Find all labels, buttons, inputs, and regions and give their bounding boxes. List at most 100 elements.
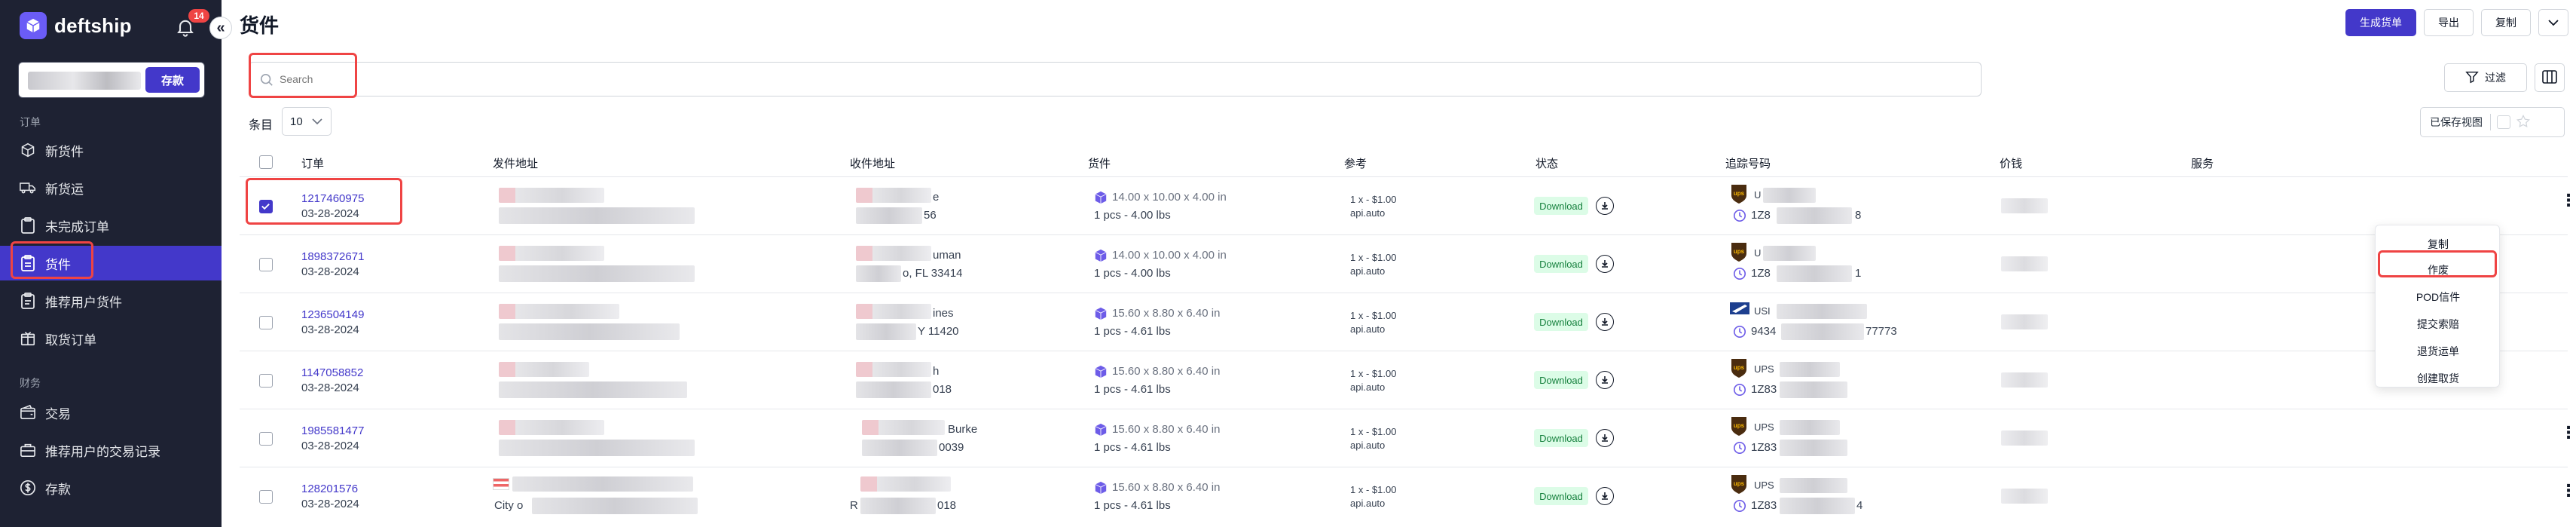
row-actions-kebab-icon[interactable]: ⋮ <box>2560 423 2576 443</box>
table-row[interactable]: 128201576 03-28-2024 City o R 018 15.60 … <box>240 467 2576 525</box>
row-checkbox[interactable] <box>259 490 273 504</box>
tracking-number-prefix[interactable]: 1Z8 <box>1751 267 1771 280</box>
tracking-icon[interactable] <box>1733 499 1746 513</box>
price-redacted <box>2001 314 2048 329</box>
download-icon[interactable] <box>1596 371 1614 389</box>
deposit-button[interactable]: 存款 <box>145 67 200 93</box>
filter-button[interactable]: 过滤 <box>2444 63 2527 92</box>
row-checkbox[interactable] <box>259 258 273 271</box>
to-address-redacted <box>856 207 922 224</box>
order-number-link[interactable]: 1236504149 <box>301 308 364 321</box>
tracking-number-suffix: 8 <box>1855 209 1862 222</box>
column-header-service[interactable]: 服务 <box>2191 155 2214 171</box>
status-badge[interactable]: Download <box>1534 197 1588 215</box>
star-icon[interactable] <box>2516 114 2531 130</box>
page-title: 货件 <box>240 14 280 37</box>
status-badge[interactable]: Download <box>1534 255 1588 273</box>
menu-item-return-label[interactable]: 退货运单 <box>2376 339 2501 364</box>
to-address-line1: ines <box>933 307 954 320</box>
columns-toggle-button[interactable] <box>2535 63 2565 92</box>
table-row[interactable]: 1898372671 03-28-2024 uman o, FL 33414 1… <box>240 234 2568 293</box>
sidebar-item-unfinished-orders[interactable]: 未完成订单 <box>0 208 222 243</box>
sidebar-item-label: 取货订单 <box>45 332 96 348</box>
status-badge[interactable]: Download <box>1534 487 1588 505</box>
download-icon[interactable] <box>1596 487 1614 505</box>
column-header-from[interactable]: 发件地址 <box>493 155 538 171</box>
menu-item-submit-claim[interactable]: 提交索赔 <box>2376 311 2501 337</box>
table-row[interactable]: 1147058852 03-28-2024 h 018 15.60 x 8.80… <box>240 351 2568 409</box>
reference-line2: api.auto <box>1350 265 1386 277</box>
tracking-number-prefix[interactable]: 1Z83 <box>1751 441 1777 454</box>
to-address-redacted <box>856 362 931 377</box>
brand[interactable]: deftship <box>20 12 132 39</box>
row-actions-kebab-icon[interactable]: ⋮ <box>2560 481 2576 501</box>
export-button[interactable]: 导出 <box>2424 9 2474 36</box>
to-address-line2: Y 11420 <box>918 325 959 338</box>
sidebar-item-deposit[interactable]: 存款 <box>0 470 222 505</box>
sidebar-item-referral-shipments[interactable]: 推荐用户货件 <box>0 283 222 318</box>
carrier-name: U <box>1754 247 1762 259</box>
row-checkbox[interactable] <box>259 316 273 329</box>
download-icon[interactable] <box>1596 255 1614 273</box>
filter-icon <box>2465 70 2479 86</box>
tracking-icon[interactable] <box>1733 209 1746 222</box>
tracking-number-prefix[interactable]: 1Z83 <box>1751 383 1777 396</box>
column-header-shipment[interactable]: 货件 <box>1088 155 1111 171</box>
reference-line1: 1 x - $1.00 <box>1350 310 1397 321</box>
tracking-number-prefix[interactable]: 1Z83 <box>1751 499 1777 512</box>
tracking-icon[interactable] <box>1733 325 1746 339</box>
status-badge[interactable]: Download <box>1534 313 1588 331</box>
from-address-redacted <box>499 304 619 319</box>
tracking-icon[interactable] <box>1733 441 1746 455</box>
sidebar-item-referral-transactions[interactable]: 推荐用户的交易记录 <box>0 433 222 467</box>
more-actions-button[interactable] <box>2538 9 2568 36</box>
per-page-select[interactable]: 10 <box>282 107 332 136</box>
column-header-price[interactable]: 价钱 <box>2000 155 2022 171</box>
download-icon[interactable] <box>1596 197 1614 215</box>
sidebar-item-new-freight[interactable]: 新货运 <box>0 170 222 205</box>
table-row[interactable]: 1236504149 03-28-2024 ines Y 11420 15.60… <box>240 293 2568 351</box>
column-header-reference[interactable]: 参考 <box>1344 155 1367 171</box>
copy-button[interactable]: 复制 <box>2481 9 2531 36</box>
menu-item-create-pickup[interactable]: 创建取货 <box>2376 366 2501 391</box>
menu-item-pod-letter[interactable]: POD信件 <box>2376 284 2501 310</box>
to-address-redacted <box>860 498 936 514</box>
column-header-order[interactable]: 订单 <box>301 155 324 171</box>
balance-value-redacted <box>28 72 141 90</box>
package-dimensions: 14.00 x 10.00 x 4.00 in <box>1112 191 1227 204</box>
tracking-number-prefix[interactable]: 9434 <box>1751 325 1776 338</box>
order-number-link[interactable]: 1147058852 <box>301 366 363 379</box>
saved-views-control[interactable]: 已保存视图 <box>2420 107 2565 137</box>
table-row[interactable]: 1985581477 03-28-2024 Burke 0039 15.60 x… <box>240 409 2576 467</box>
tracking-number-redacted <box>1780 381 1847 398</box>
from-address-redacted <box>499 381 687 398</box>
sidebar-item-new-shipment[interactable]: 新货件 <box>0 133 222 167</box>
tracking-number-prefix[interactable]: 1Z8 <box>1751 209 1771 222</box>
package-weight: 1 pcs - 4.00 lbs <box>1094 267 1171 280</box>
select-all-checkbox[interactable] <box>259 155 273 169</box>
column-header-status[interactable]: 状态 <box>1536 155 1558 171</box>
tracking-number-redacted <box>1777 207 1852 224</box>
row-checkbox[interactable] <box>259 374 273 388</box>
row-checkbox[interactable] <box>259 432 273 446</box>
table-row[interactable]: 1217460975 03-28-2024 e 56 14.00 x 10.00… <box>240 176 2576 234</box>
tracking-icon[interactable] <box>1733 267 1746 280</box>
download-icon[interactable] <box>1596 313 1614 331</box>
saved-view-box-icon[interactable] <box>2497 115 2510 129</box>
carrier-name: UPS <box>1754 421 1774 433</box>
status-badge[interactable]: Download <box>1534 371 1588 389</box>
tracking-icon[interactable] <box>1733 383 1746 397</box>
row-actions-kebab-icon[interactable]: ⋮ <box>2560 191 2576 210</box>
collapse-sidebar-button[interactable]: « <box>209 17 232 39</box>
column-header-tracking[interactable]: 追踪号码 <box>1725 155 1771 171</box>
generate-manifest-button[interactable]: 生成货单 <box>2345 9 2416 36</box>
sidebar-item-pickup-orders[interactable]: 取货订单 <box>0 321 222 356</box>
sidebar-item-transactions[interactable]: 交易 <box>0 395 222 430</box>
column-header-to[interactable]: 收件地址 <box>850 155 895 171</box>
order-number-link[interactable]: 128201576 <box>301 483 358 495</box>
reference-line2: api.auto <box>1350 323 1386 335</box>
download-icon[interactable] <box>1596 429 1614 447</box>
order-number-link[interactable]: 1985581477 <box>301 424 364 437</box>
status-badge[interactable]: Download <box>1534 429 1588 447</box>
order-number-link[interactable]: 1898372671 <box>301 250 364 263</box>
